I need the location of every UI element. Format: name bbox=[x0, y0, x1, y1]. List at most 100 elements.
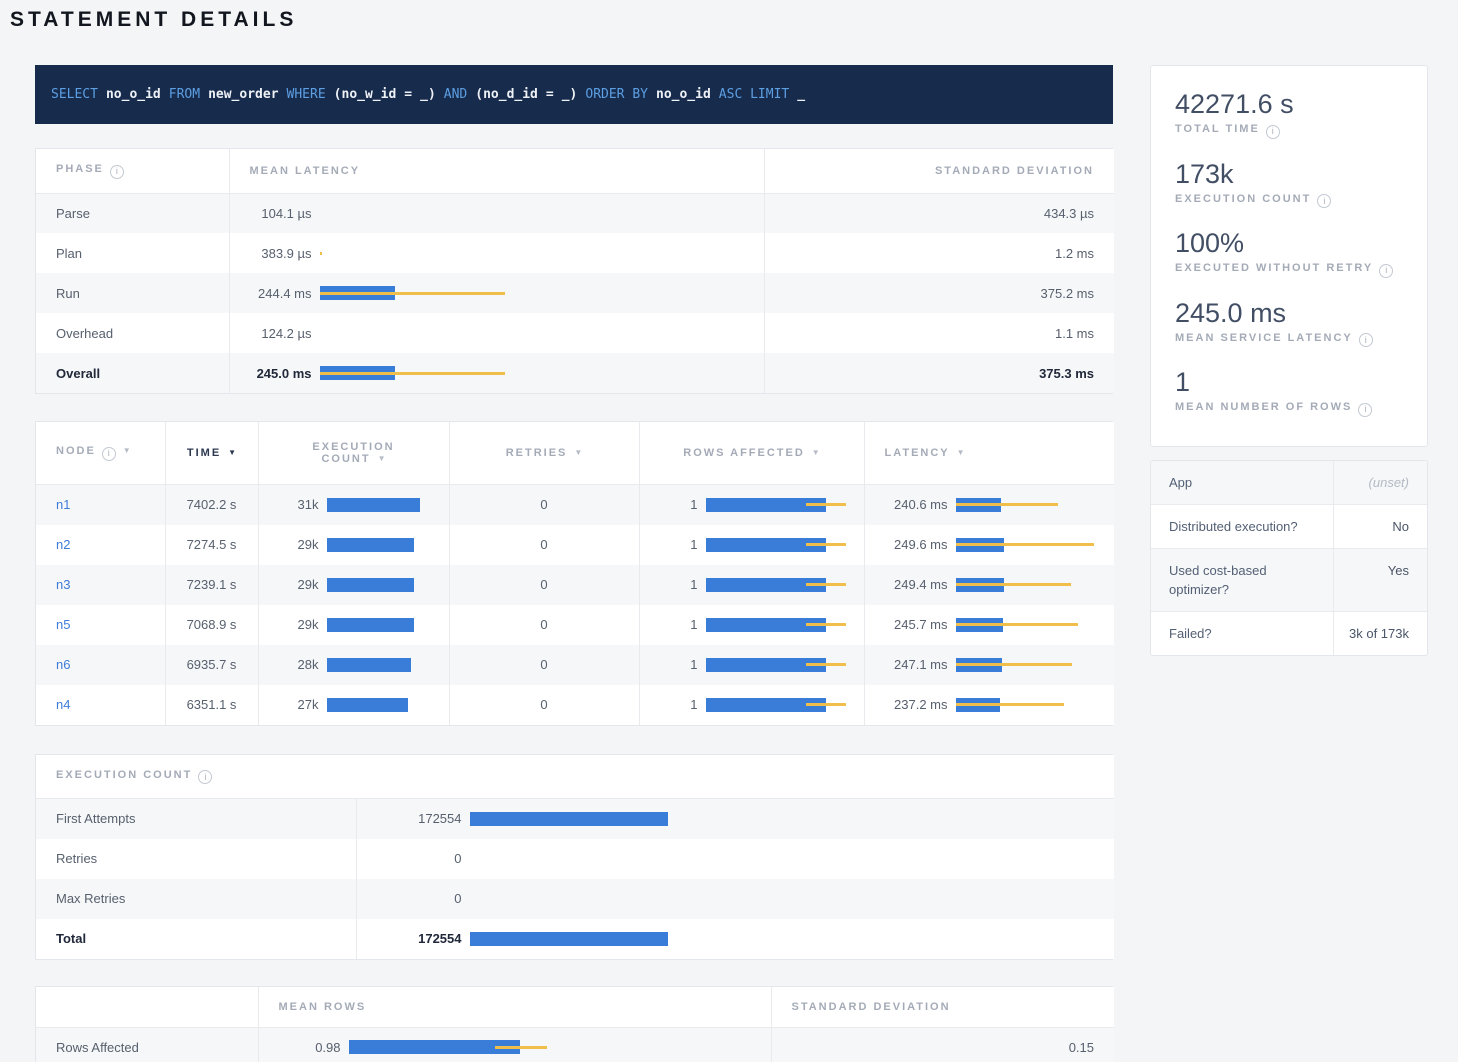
exec-row-first-attempts: First Attempts 172554 bbox=[36, 799, 1114, 839]
node-count-value: 28k bbox=[279, 657, 319, 672]
info-icon[interactable]: i bbox=[110, 165, 124, 179]
phase-header-label: PHASE bbox=[56, 163, 104, 175]
rows-affected-table: MEAN ROWS STANDARD DEVIATION Rows Affect… bbox=[35, 986, 1113, 1062]
info-icon[interactable]: i bbox=[198, 770, 212, 784]
node-retries-value: 0 bbox=[540, 537, 547, 552]
sql-token: _ bbox=[797, 87, 805, 102]
stat-label: EXECUTION COUNT i bbox=[1175, 193, 1403, 209]
node-latency-value: 237.2 ms bbox=[885, 697, 948, 712]
node-time-value: 7239.1 s bbox=[187, 577, 237, 592]
info-icon[interactable]: i bbox=[1317, 194, 1331, 208]
standard-deviation-value: 1.2 ms bbox=[1055, 246, 1094, 261]
node-link[interactable]: n1 bbox=[56, 497, 70, 512]
phase-row-run: Run 244.4 ms 375.2 ms bbox=[36, 273, 1114, 313]
attribute-value: Yes bbox=[1333, 549, 1427, 611]
sort-arrow-icon: ▼ bbox=[228, 448, 236, 457]
node-retries-value: 0 bbox=[540, 657, 547, 672]
phase-label: Overall bbox=[56, 366, 100, 381]
phase-row-plan: Plan 383.9 µs 1.2 ms bbox=[36, 233, 1114, 273]
exec-row-retries: Retries 0 bbox=[36, 839, 1114, 879]
node-row: n6 6935.7 s 28k 0 1 247.1 ms bbox=[36, 645, 1114, 685]
node-rows-value: 1 bbox=[660, 617, 698, 632]
node-link[interactable]: n4 bbox=[56, 697, 70, 712]
exec-row-label: Total bbox=[56, 931, 86, 946]
node-link[interactable]: n5 bbox=[56, 617, 70, 632]
stat-label-text: EXECUTION COUNT bbox=[1175, 193, 1311, 205]
stat-executed-without-retry: 100% EXECUTED WITHOUT RETRYi bbox=[1175, 227, 1403, 278]
attribute-label: Used cost-based optimizer? bbox=[1151, 549, 1333, 611]
info-icon[interactable]: i bbox=[102, 447, 116, 461]
stat-label-text: EXECUTED WITHOUT RETRY bbox=[1175, 262, 1373, 274]
attribute-row-failed: Failed? 3k of 173k bbox=[1151, 612, 1427, 655]
attribute-label: App bbox=[1151, 461, 1333, 504]
phase-label: Parse bbox=[56, 206, 90, 221]
node-latency-value: 249.4 ms bbox=[885, 577, 948, 592]
rows-bar bbox=[706, 538, 856, 552]
info-icon[interactable]: i bbox=[1358, 403, 1372, 417]
node-link[interactable]: n2 bbox=[56, 537, 70, 552]
sql-token: = bbox=[546, 87, 554, 102]
node-column-header[interactable]: NODEi▼ bbox=[36, 422, 165, 485]
stat-value: 42271.6 s bbox=[1175, 88, 1403, 120]
standard-deviation-value: 375.3 ms bbox=[1039, 366, 1094, 381]
node-retries-value: 0 bbox=[540, 497, 547, 512]
stat-label-text: MEAN NUMBER OF ROWS bbox=[1175, 401, 1352, 413]
rows-bar bbox=[349, 1040, 559, 1054]
main-column: SELECTno_o_idFROMnew_orderWHERE(no_w_id=… bbox=[35, 65, 1113, 1062]
attribute-row-cost-based-optimizer: Used cost-based optimizer? Yes bbox=[1151, 549, 1427, 612]
node-link[interactable]: n3 bbox=[56, 577, 70, 592]
execution-count-column-header[interactable]: EXECUTION COUNT▼ bbox=[258, 422, 449, 485]
retries-column-header[interactable]: RETRIES▼ bbox=[449, 422, 639, 485]
info-icon[interactable]: i bbox=[1266, 125, 1280, 139]
rows-affected-label: Rows Affected bbox=[56, 1040, 139, 1055]
attribute-label: Failed? bbox=[1151, 612, 1333, 655]
time-column-header[interactable]: TIME▼ bbox=[165, 422, 258, 485]
rows-affected-row: Rows Affected 0.98 0.15 bbox=[36, 1027, 1114, 1062]
stat-mean-number-of-rows: 1 MEAN NUMBER OF ROWSi bbox=[1175, 366, 1403, 417]
stat-label: EXECUTED WITHOUT RETRY i bbox=[1175, 262, 1403, 278]
standard-deviation-value: 375.2 ms bbox=[1041, 286, 1094, 301]
rows-bar bbox=[706, 498, 856, 512]
node-link[interactable]: n6 bbox=[56, 657, 70, 672]
node-row: n2 7274.5 s 29k 0 1 249.6 ms bbox=[36, 525, 1114, 565]
info-icon[interactable]: i bbox=[1379, 264, 1393, 278]
node-retries-value: 0 bbox=[540, 617, 547, 632]
count-bar bbox=[470, 852, 680, 866]
mean-rows-value: 0.98 bbox=[279, 1040, 341, 1055]
mean-latency-value: 383.9 µs bbox=[250, 246, 312, 261]
rows-affected-header-row: MEAN ROWS STANDARD DEVIATION bbox=[36, 987, 1114, 1028]
phase-label: Plan bbox=[56, 246, 82, 261]
node-time-value: 7274.5 s bbox=[187, 537, 237, 552]
standard-deviation-header-label: STANDARD DEVIATION bbox=[935, 165, 1094, 177]
sql-token: FROM bbox=[169, 87, 200, 102]
count-bar bbox=[327, 578, 437, 592]
attribute-value: 3k of 173k bbox=[1333, 612, 1427, 655]
node-time-value: 7068.9 s bbox=[187, 617, 237, 632]
standard-deviation-value: 1.1 ms bbox=[1055, 326, 1094, 341]
attribute-row-distributed-execution: Distributed execution? No bbox=[1151, 505, 1427, 549]
node-retries-value: 0 bbox=[540, 577, 547, 592]
latency-bar bbox=[320, 326, 520, 340]
info-icon[interactable]: i bbox=[1359, 333, 1373, 347]
phase-label: Run bbox=[56, 286, 80, 301]
sort-arrow-icon: ▼ bbox=[957, 448, 965, 457]
stat-label: MEAN NUMBER OF ROWS i bbox=[1175, 401, 1403, 417]
rows-affected-column-header[interactable]: ROWS AFFECTED▼ bbox=[639, 422, 864, 485]
statement-attributes-card: App (unset) Distributed execution? No Us… bbox=[1150, 460, 1428, 656]
latency-column-header[interactable]: LATENCY▼ bbox=[864, 422, 1114, 485]
stat-total-time: 42271.6 s TOTAL TIMEi bbox=[1175, 88, 1403, 139]
sidebar: 42271.6 s TOTAL TIMEi 173k EXECUTION COU… bbox=[1150, 65, 1428, 656]
exec-row-value: 0 bbox=[377, 851, 462, 866]
empty-column-header bbox=[36, 987, 258, 1028]
stat-label: TOTAL TIMEi bbox=[1175, 123, 1403, 139]
sql-token: WHERE bbox=[287, 87, 326, 102]
standard-deviation-value: 0.15 bbox=[1069, 1040, 1094, 1055]
attribute-value-text: 3k of 173k bbox=[1349, 626, 1409, 641]
exec-row-label: First Attempts bbox=[56, 811, 135, 826]
attribute-value-text: Yes bbox=[1388, 563, 1409, 578]
node-rows-value: 1 bbox=[660, 697, 698, 712]
sort-arrow-icon: ▼ bbox=[378, 454, 386, 463]
node-time-value: 6935.7 s bbox=[187, 657, 237, 672]
sql-token: no_o_id bbox=[106, 87, 161, 102]
attribute-value: (unset) bbox=[1333, 461, 1427, 504]
